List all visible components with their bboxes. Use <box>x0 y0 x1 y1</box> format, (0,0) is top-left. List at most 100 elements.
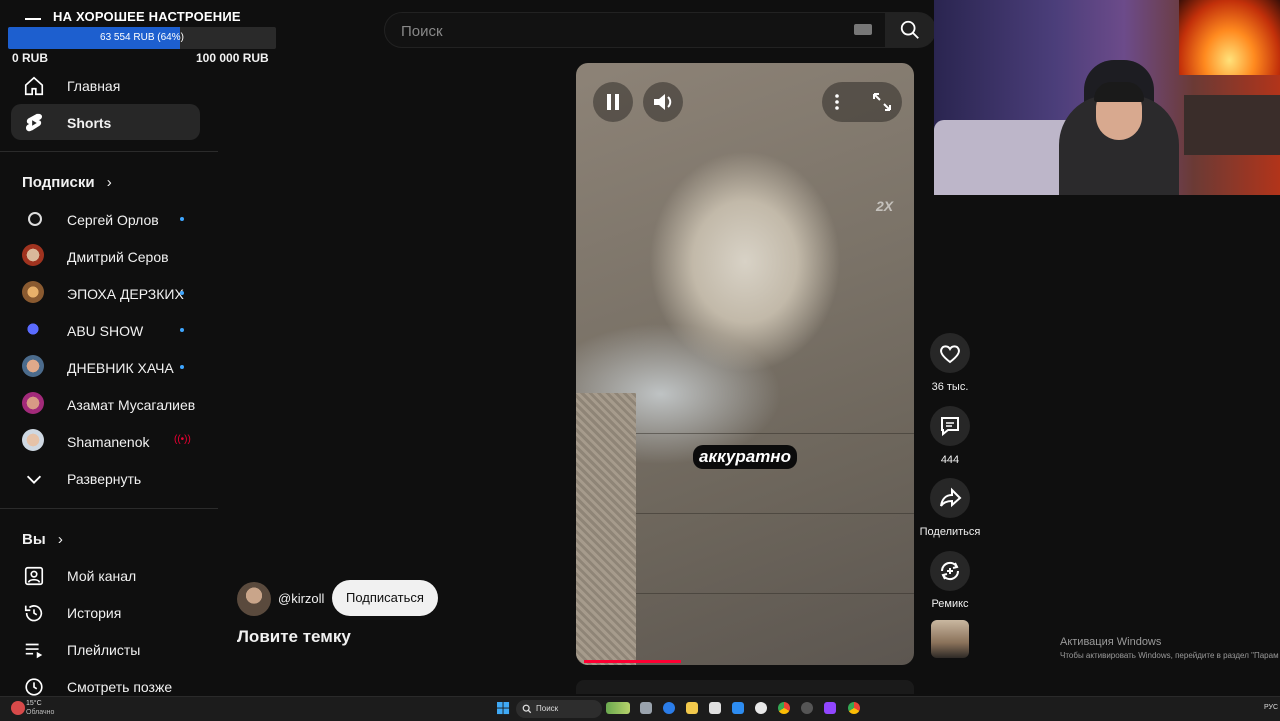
avatar <box>22 244 44 266</box>
playlists-icon <box>25 643 43 659</box>
sidebar-item-label: Дмитрий Серов <box>67 249 169 265</box>
obs-icon[interactable] <box>801 702 813 714</box>
watermark-line-2: Чтобы активировать Windows, перейдите в … <box>1060 651 1279 660</box>
volume-button[interactable] <box>643 82 683 122</box>
chevron-right-icon: › <box>106 174 112 191</box>
avatar <box>22 429 44 451</box>
yandex-icon[interactable] <box>755 702 767 714</box>
short-title[interactable]: Ловите темку <box>237 627 351 647</box>
weather-icon[interactable] <box>11 701 25 715</box>
task-view-icon[interactable] <box>640 702 652 714</box>
more-options-icon[interactable] <box>822 82 862 122</box>
windows-activation-watermark: Активация Windows Чтобы активировать Win… <box>1060 636 1279 660</box>
next-short-preview[interactable] <box>576 680 914 694</box>
sidebar-item-label: ДНЕВНИК ХАЧА <box>67 360 174 376</box>
video-frame-detail <box>576 393 636 665</box>
file-explorer-icon[interactable] <box>686 702 698 714</box>
share-icon <box>940 487 962 508</box>
comments-button[interactable] <box>930 406 970 446</box>
mail-icon[interactable] <box>732 702 744 714</box>
sidebar-item-label: Смотреть позже <box>67 679 173 695</box>
remix-button[interactable] <box>930 551 970 591</box>
sidebar-item-label: Азамат Мусагалиев <box>67 397 196 413</box>
chrome-icon[interactable] <box>848 702 860 714</box>
streamer-webcam <box>934 0 1280 195</box>
search-icon <box>900 20 919 39</box>
sidebar-item-shorts[interactable]: Shorts <box>11 104 200 140</box>
like-button[interactable] <box>930 333 970 373</box>
subscriptions-heading[interactable]: Подписки › <box>22 174 112 191</box>
search-box <box>384 12 886 48</box>
sidebar-item-sergey-orlov[interactable]: Сергей Орлов <box>11 201 200 237</box>
edge-icon[interactable] <box>663 702 675 714</box>
keyboard-icon[interactable] <box>854 24 872 35</box>
new-content-dot <box>180 291 184 295</box>
chevron-right-icon: › <box>57 531 63 548</box>
widgets-icon[interactable] <box>606 702 630 714</box>
fullscreen-icon[interactable] <box>862 82 902 122</box>
home-icon <box>24 76 44 96</box>
sound-thumbnail[interactable] <box>931 620 969 658</box>
chrome-icon[interactable] <box>778 702 790 714</box>
you-title: Вы <box>22 531 46 548</box>
search-icon <box>522 704 532 714</box>
sidebar-item-label: Shamanenok <box>67 434 150 450</box>
taskbar-search[interactable]: Поиск <box>516 700 602 718</box>
sidebar-divider <box>0 151 218 152</box>
heart-icon <box>940 345 960 364</box>
video-caption: аккуратно <box>693 445 797 469</box>
donation-max-label: 100 000 RUB <box>196 51 269 65</box>
store-icon[interactable] <box>709 702 721 714</box>
sidebar-item-abu-show[interactable]: ABU SHOW <box>11 312 200 348</box>
shorts-video-player[interactable]: 2X аккуратно <box>576 63 914 665</box>
comment-count: 444 <box>940 454 960 466</box>
speed-badge: 2X <box>876 198 894 214</box>
subscribe-button[interactable]: Подписаться <box>332 580 438 616</box>
sidebar-item-label: Мой канал <box>67 568 137 584</box>
sidebar-divider <box>0 508 218 509</box>
sidebar-item-playlists[interactable]: Плейлисты <box>11 631 200 667</box>
weather-description[interactable]: Облачно <box>26 709 54 716</box>
fireplace <box>1179 0 1280 75</box>
taskbar-search-label: Поиск <box>536 704 559 713</box>
sidebar-item-azamat-musagaliev[interactable]: Азамат Мусагалиев <box>11 386 200 422</box>
channel-avatar[interactable] <box>237 582 271 616</box>
menu-icon[interactable] <box>25 18 41 20</box>
channel-handle[interactable]: @kirzoll <box>278 591 324 606</box>
keyboard-language[interactable]: РУС <box>1264 704 1278 711</box>
sidebar-item-expand[interactable]: Развернуть <box>11 460 200 496</box>
sidebar-item-dnevnik-hacha[interactable]: ДНЕВНИК ХАЧА <box>11 349 200 385</box>
sidebar-item-shamanenok[interactable]: Shamanenok ((•)) <box>11 423 200 459</box>
avatar <box>22 318 44 340</box>
sidebar-item-label: ЭПОХА ДЕРЗКИХ <box>67 286 184 302</box>
video-frame-detail <box>636 433 914 434</box>
pause-button[interactable] <box>593 82 633 122</box>
like-count: 36 тыс. <box>931 381 969 393</box>
search-input[interactable] <box>399 20 823 42</box>
sidebar-item-home[interactable]: Главная <box>11 67 200 103</box>
sidebar-item-my-channel[interactable]: Мой канал <box>11 557 200 593</box>
video-frame-detail <box>636 513 914 514</box>
donation-progress-bar: 63 554 RUB (64%) <box>8 27 276 49</box>
player-top-right-controls <box>822 82 902 122</box>
you-heading[interactable]: Вы › <box>22 531 63 548</box>
twitch-icon[interactable] <box>824 702 836 714</box>
sidebar-item-dmitry-serov[interactable]: Дмитрий Серов <box>11 238 200 274</box>
search-bar <box>384 12 936 48</box>
sidebar-item-label: История <box>67 605 122 621</box>
sidebar-item-epoha-derzkih[interactable]: ЭПОХА ДЕРЗКИХ <box>11 275 200 311</box>
live-icon: ((•)) <box>174 434 191 445</box>
new-content-dot <box>180 328 184 332</box>
avatar <box>22 392 44 414</box>
avatar <box>28 212 42 226</box>
sidebar-item-history[interactable]: История <box>11 594 200 630</box>
windows-start-icon[interactable] <box>497 702 510 715</box>
sidebar-item-label: Плейлисты <box>67 642 141 658</box>
share-label: Поделиться <box>919 526 981 538</box>
video-progress-bar[interactable] <box>584 660 681 663</box>
account-icon <box>24 566 44 586</box>
sidebar-item-label: ABU SHOW <box>67 323 144 339</box>
weather-temperature[interactable]: 15°C <box>26 700 42 707</box>
search-button[interactable] <box>885 12 936 48</box>
share-button[interactable] <box>930 478 970 518</box>
